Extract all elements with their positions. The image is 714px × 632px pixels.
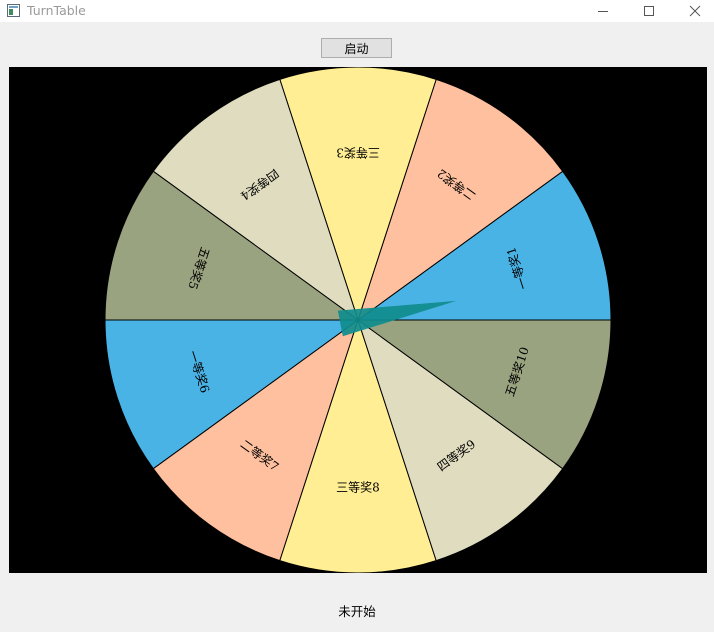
close-icon	[689, 5, 701, 17]
turntable-canvas: 一等奖1 二等奖2 三等奖3 四等奖4 五等奖5 一等奖6 二等奖7 三等奖8 四等奖9 五等奖1…	[9, 67, 707, 573]
minimize-icon	[598, 11, 608, 12]
title-bar: TurnTable	[0, 0, 714, 22]
window-title: TurnTable	[27, 3, 86, 18]
wheel-segment-label-3: 三等奖3	[336, 146, 380, 160]
status-label: 未开始	[338, 604, 376, 619]
prize-wheel[interactable]: 一等奖1二等奖2三等奖3四等奖4五等奖5一等奖6二等奖7三等奖8四等奖9五等奖1…	[9, 67, 707, 573]
minimize-button[interactable]	[580, 0, 626, 22]
maximize-button[interactable]	[626, 0, 672, 22]
wheel-segment-label-8: 三等奖8	[336, 481, 380, 495]
close-button[interactable]	[672, 0, 714, 22]
app-icon	[7, 4, 20, 17]
maximize-icon	[644, 6, 654, 16]
start-button[interactable]: 启动	[321, 38, 392, 58]
